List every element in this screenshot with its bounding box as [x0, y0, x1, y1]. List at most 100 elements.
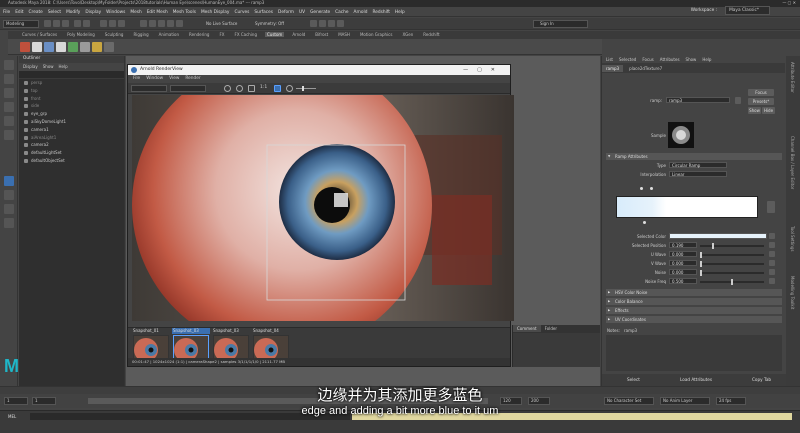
ae-attr-field[interactable]: 0.190 [669, 242, 697, 248]
outliner-item[interactable]: side [19, 102, 124, 110]
map-texture-icon[interactable] [769, 242, 775, 248]
outliner-item[interactable]: aiAreaLight1 [19, 134, 124, 142]
shelf-tab-xgen[interactable]: XGen [400, 32, 415, 37]
workspace-value[interactable]: Maya Classic* [725, 6, 770, 15]
open-scene-icon[interactable] [53, 20, 60, 27]
map-texture-icon[interactable] [769, 260, 775, 266]
ae-attr-slider[interactable] [700, 245, 764, 247]
renderview-window-controls[interactable]: —▢✕ [463, 65, 504, 75]
window-controls[interactable]: — ▢ ✕ [782, 0, 796, 5]
shelf-tool-icon[interactable] [32, 42, 42, 52]
shelf-tab-custom[interactable]: Custom [265, 32, 285, 37]
menu-edit-mesh[interactable]: Edit Mesh [147, 10, 168, 15]
shelf-tab-fx-caching[interactable]: FX Caching [233, 32, 259, 37]
save-scene-icon[interactable] [62, 20, 69, 27]
menu-redshift[interactable]: Redshift [372, 10, 389, 15]
ramp-handle-bottom[interactable] [643, 221, 646, 224]
node-name-field[interactable]: ramp3 [666, 97, 730, 103]
paint-select-icon[interactable] [4, 88, 14, 98]
ae-menu-item[interactable]: Show [686, 57, 697, 62]
menu-file[interactable]: File [3, 10, 10, 15]
outliner-menu-item[interactable]: Help [59, 64, 68, 69]
ae-tab[interactable]: ramp3 [602, 65, 624, 72]
show-button[interactable]: Show [748, 107, 761, 114]
outliner-item[interactable]: eye_grp [19, 110, 124, 118]
ae-attr-slider-handle[interactable] [711, 243, 714, 249]
menu-curves[interactable]: Curves [234, 10, 249, 15]
shelf-tool-icon[interactable] [104, 42, 114, 52]
comment-tab-folder[interactable]: Folder [541, 325, 561, 332]
menu-create[interactable]: Create [29, 10, 43, 15]
single-pane-layout-icon[interactable] [4, 176, 14, 186]
map-texture-icon[interactable] [769, 251, 775, 257]
outliner-item[interactable]: defaultObjectSet [19, 157, 124, 165]
node-map-icon[interactable] [735, 97, 741, 104]
shelf-tab-rigging[interactable]: Rigging [131, 32, 150, 37]
select-hierarchy-icon[interactable] [100, 20, 107, 27]
ramp-handle-top[interactable] [640, 187, 643, 190]
outliner-item[interactable]: defaultLightSet [19, 149, 124, 157]
ae-attr-slider[interactable] [700, 272, 764, 274]
load-attributes-button[interactable]: Load Attributes [680, 377, 712, 382]
selected-color-swatch[interactable] [669, 233, 767, 239]
ae-menu-item[interactable]: Attributes [660, 57, 680, 62]
ae-section-color-balance[interactable]: Color Balance [606, 298, 782, 305]
ae-tab[interactable]: place2dTexture7 [625, 65, 666, 72]
shelf-tab-animation[interactable]: Animation [157, 32, 181, 37]
map-texture-icon[interactable] [769, 278, 775, 284]
outliner-item[interactable]: front [19, 95, 124, 103]
menu-mesh[interactable]: Mesh [130, 10, 141, 15]
render-start-icon[interactable] [224, 85, 231, 92]
ae-attr-slider[interactable] [700, 254, 764, 256]
menu-deform[interactable]: Deform [278, 10, 294, 15]
ae-menu-item[interactable]: List [606, 57, 613, 62]
shelf-tab-motion-graphics[interactable]: Motion Graphics [358, 32, 395, 37]
outliner-menu-item[interactable]: Display [23, 64, 38, 69]
shelf-tool-icon[interactable] [44, 42, 54, 52]
four-pane-layout-icon[interactable] [4, 190, 14, 200]
menu-mesh-display[interactable]: Mesh Display [201, 10, 230, 15]
ae-attr-slider-handle[interactable] [700, 261, 702, 267]
snap-surface-icon[interactable] [176, 20, 183, 27]
outliner-item[interactable]: camera2 [19, 141, 124, 149]
notes-textarea[interactable] [606, 335, 782, 371]
menu-generate[interactable]: Generate [310, 10, 330, 15]
side-tab-attribute-editor[interactable]: Attribute Editor [790, 62, 795, 93]
ipr-render-icon[interactable] [319, 20, 326, 27]
render-settings-icon[interactable] [328, 20, 335, 27]
shelf-tool-icon[interactable] [56, 42, 66, 52]
shelf-tab-poly-modeling[interactable]: Poly Modeling [65, 32, 97, 37]
outliner-item[interactable]: top [19, 87, 124, 95]
color-picker-icon[interactable] [769, 233, 775, 239]
ramp-expand-button[interactable] [767, 201, 775, 213]
lasso-tool-icon[interactable] [4, 74, 14, 84]
exposure-slider-handle[interactable] [302, 86, 304, 91]
menu-surfaces[interactable]: Surfaces [254, 10, 273, 15]
redo-icon[interactable] [83, 20, 90, 27]
live-surface-label[interactable]: No Live Surface [206, 21, 237, 26]
snap-view-icon[interactable] [167, 20, 174, 27]
ramp-gradient-editor[interactable] [616, 196, 758, 218]
ae-attr-field[interactable]: 0.000 [669, 260, 697, 266]
menu-edit[interactable]: Edit [15, 10, 23, 15]
presets-button[interactable]: Presets* [748, 98, 774, 105]
focus-button[interactable]: Focus [748, 89, 774, 96]
move-tool-icon[interactable] [4, 102, 14, 112]
menu-mesh-tools[interactable]: Mesh Tools [173, 10, 196, 15]
menu-modify[interactable]: Modify [66, 10, 80, 15]
new-scene-icon[interactable] [44, 20, 51, 27]
shelf-tool-icon[interactable] [68, 42, 78, 52]
symmetry-label[interactable]: Symmetry: Off [255, 21, 284, 26]
renderview-menu-item[interactable]: File [133, 76, 140, 81]
exposure-slider[interactable] [296, 88, 316, 89]
ratio-label[interactable]: 1:1 [260, 85, 267, 90]
shelf-tab-sculpting[interactable]: Sculpting [103, 32, 126, 37]
shelf-tab-mash[interactable]: MASH [336, 32, 352, 37]
ae-attr-field[interactable]: 0.000 [669, 251, 697, 257]
shelf-tab-bifrost[interactable]: Bifrost [313, 32, 330, 37]
camera-dropdown[interactable] [131, 85, 167, 92]
ae-section-uv-coordinates[interactable]: UV Coordinates [606, 316, 782, 323]
ae-menu-item[interactable]: Help [702, 57, 711, 62]
comment-tab-comment[interactable]: Comment [513, 325, 541, 332]
menu-cache[interactable]: Cache [335, 10, 348, 15]
